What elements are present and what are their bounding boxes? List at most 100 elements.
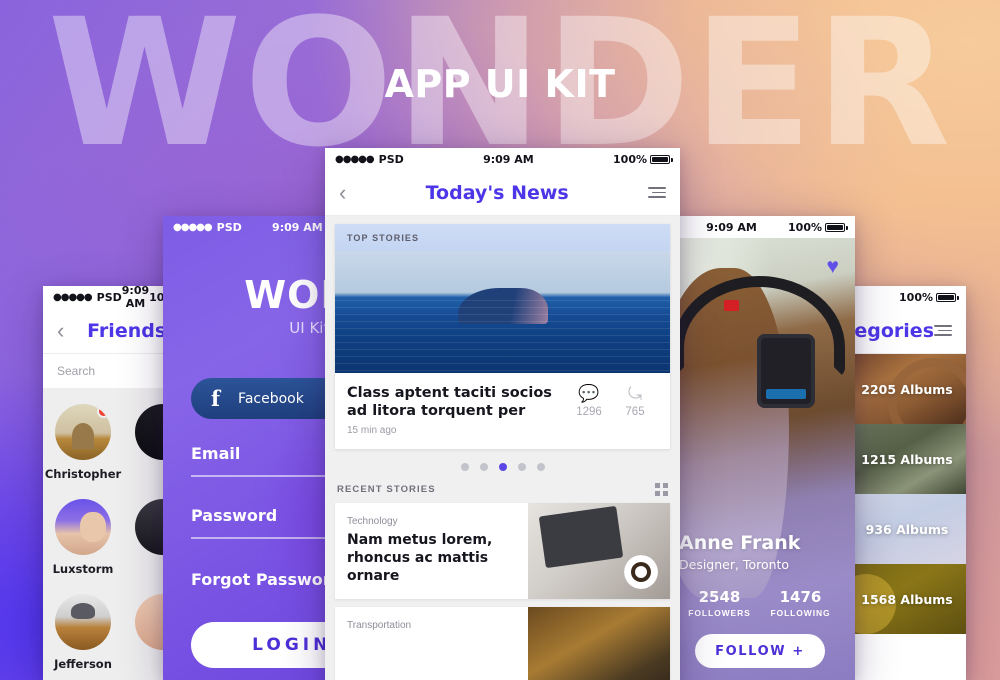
story-headline: Nam metus lorem, rhoncus ac mattis ornar…	[347, 532, 493, 585]
friend-name: Jefferson	[54, 657, 112, 671]
profile-info: Anne Frank Designer, Toronto 2548 FOLLOW…	[665, 532, 855, 680]
news-title: Today's News	[425, 181, 569, 204]
signal-dots-icon: ●●●●●	[173, 221, 213, 233]
list-item[interactable]: Christopher	[43, 396, 123, 491]
comment-icon: 💬	[578, 384, 600, 403]
news-navbar: ‹ Today's News	[325, 170, 680, 216]
list-item[interactable]: Technology Nam metus lorem, rhoncus ac m…	[335, 503, 670, 600]
top-story-image	[335, 251, 670, 373]
list-item[interactable]: 1215 Albums	[848, 424, 966, 494]
status-time: 9:09 AM	[483, 152, 534, 166]
facebook-label: Facebook	[238, 390, 304, 407]
category-label: 1568 Albums	[861, 591, 953, 607]
headphone-accent	[724, 300, 739, 311]
recent-stories-header: RECENT STORIES	[325, 483, 680, 503]
battery-icon	[650, 154, 673, 164]
followers-label: FOLLOWERS	[688, 608, 751, 618]
category-label: 1215 Albums	[861, 451, 953, 467]
battery-icon	[936, 292, 959, 302]
status-time: 9:09 AM	[121, 286, 150, 310]
story-text: Transportation	[335, 607, 528, 680]
pager-dot[interactable]	[479, 463, 488, 472]
category-label: 2205 Albums	[861, 381, 953, 397]
story-category: Transportation	[347, 620, 412, 632]
status-bar: ●●●●● PSD 9:09 AM 100%	[325, 148, 680, 170]
top-story-time: 15 min ago	[347, 425, 397, 437]
news-screen[interactable]: ●●●●● PSD 9:09 AM 100% ‹ Today's News TO…	[325, 148, 680, 680]
heart-icon[interactable]: ♥	[827, 256, 839, 277]
status-time: 9:09 AM	[706, 220, 757, 234]
list-item[interactable]: Luxstorm	[43, 491, 123, 586]
avatar	[55, 594, 111, 650]
shares-count: 765	[625, 406, 645, 418]
list-item[interactable]: 2205 Albums	[848, 354, 966, 449]
carousel-pager[interactable]	[325, 449, 680, 483]
profile-screen[interactable]: 9:09 AM 100% ♥ Anne Frank Designer, Toro…	[665, 216, 855, 680]
water-shimmer	[335, 299, 670, 373]
category-label: 936 Albums	[865, 521, 949, 537]
pager-dot[interactable]	[460, 463, 469, 472]
comments-metric[interactable]: 💬 1296	[566, 384, 612, 418]
menu-icon[interactable]	[934, 324, 952, 337]
top-story-title-block: Class aptent taciti socios ad litora tor…	[347, 384, 566, 436]
friend-name: Christopher	[44, 467, 122, 481]
carrier-group: ●●●●● PSD	[335, 153, 404, 166]
avatar	[55, 404, 111, 460]
news-body: TOP STORIES Class aptent taciti socios a…	[325, 216, 680, 680]
friend-name: Luxstorm	[52, 562, 114, 576]
pager-dot[interactable]	[536, 463, 545, 472]
list-item[interactable]: Jefferson	[43, 586, 123, 680]
top-story-card[interactable]: TOP STORIES Class aptent taciti socios a…	[335, 224, 670, 450]
signal-dots-icon: ●●●●●	[53, 291, 93, 303]
battery-percent: 100%	[899, 290, 933, 304]
app-ui-kit-tagline: APP UI KIT	[384, 62, 616, 106]
carrier-group: ●●●●● PSD	[173, 221, 242, 234]
status-bar: 9:09 AM 100%	[665, 216, 855, 238]
following-stat[interactable]: 1476 FOLLOWING	[760, 588, 841, 618]
battery-group: 100%	[613, 153, 673, 166]
status-bar: 100%	[848, 286, 966, 308]
battery-icon	[825, 222, 848, 232]
story-image	[528, 607, 670, 680]
headphone-cup-icon	[757, 334, 815, 408]
recent-stories-label: RECENT STORIES	[337, 484, 436, 496]
list-item[interactable]: 1568 Albums	[848, 564, 966, 634]
story-image	[528, 503, 670, 600]
top-stories-label: TOP STORIES	[335, 224, 670, 251]
status-badge	[97, 405, 110, 418]
carrier-label: PSD	[216, 220, 242, 234]
top-story-text: Class aptent taciti socios ad litora tor…	[335, 373, 670, 449]
battery-group: 100%	[788, 220, 848, 234]
carrier-label: PSD	[378, 152, 404, 166]
grid-view-icon[interactable]	[655, 483, 668, 497]
pager-dot-active[interactable]	[498, 463, 507, 472]
story-category: Technology	[347, 516, 398, 528]
categories-screen[interactable]: 100% Categories 2205 Albums 1215 Albums …	[848, 286, 966, 680]
battery-group: 100%	[899, 290, 959, 304]
categories-list: 2205 Albums 1215 Albums 936 Albums 1568 …	[848, 354, 966, 680]
followers-value: 2548	[698, 588, 741, 606]
comments-count: 1296	[576, 406, 602, 418]
back-icon[interactable]: ‹	[57, 319, 64, 342]
story-text: Technology Nam metus lorem, rhoncus ac m…	[335, 503, 528, 599]
profile-role: Designer, Toronto	[679, 557, 790, 572]
followers-stat[interactable]: 2548 FOLLOWERS	[679, 588, 760, 618]
list-item[interactable]: 936 Albums	[848, 494, 966, 564]
list-item[interactable]: Transportation	[335, 607, 670, 680]
pager-dot[interactable]	[517, 463, 526, 472]
share-icon: ⤿	[627, 384, 643, 403]
categories-title: Categories	[848, 319, 934, 342]
shares-metric[interactable]: ⤿ 765	[612, 384, 658, 418]
back-icon[interactable]: ‹	[339, 181, 346, 204]
follow-button[interactable]: FOLLOW +	[695, 634, 825, 668]
carrier-group: ●●●●● PSD	[53, 291, 122, 304]
profile-name: Anne Frank	[679, 532, 801, 554]
categories-navbar: Categories	[848, 308, 966, 354]
facebook-icon: f	[211, 386, 221, 411]
menu-icon[interactable]	[648, 186, 666, 199]
following-value: 1476	[779, 588, 822, 606]
avatar	[55, 499, 111, 555]
top-story-headline: Class aptent taciti socios ad litora tor…	[347, 385, 552, 420]
profile-stats: 2548 FOLLOWERS 1476 FOLLOWING	[679, 588, 841, 618]
battery-percent: 100%	[788, 220, 822, 234]
